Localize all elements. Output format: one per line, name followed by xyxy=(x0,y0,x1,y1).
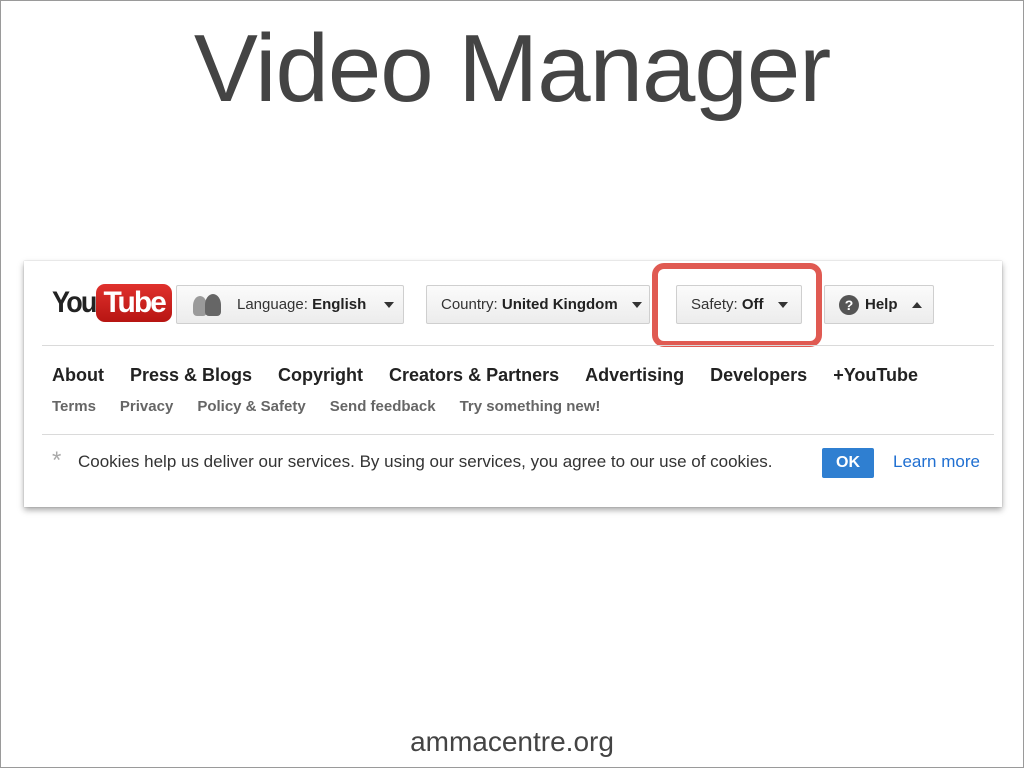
language-value: English xyxy=(312,296,367,313)
ok-button[interactable]: OK xyxy=(822,448,874,478)
youtube-footer-screenshot: You Tube Language: English Country: Unit… xyxy=(24,261,1002,507)
language-selector[interactable]: Language: English xyxy=(176,285,404,324)
link-press-blogs[interactable]: Press & Blogs xyxy=(130,365,252,386)
people-icon xyxy=(193,293,229,316)
link-try-something-new[interactable]: Try something new! xyxy=(460,398,601,415)
link-copyright[interactable]: Copyright xyxy=(278,365,363,386)
link-terms[interactable]: Terms xyxy=(52,398,96,415)
primary-footer-links: About Press & Blogs Copyright Creators &… xyxy=(52,365,944,386)
safety-highlight-annotation xyxy=(652,263,822,347)
country-selector[interactable]: Country: United Kingdom xyxy=(426,285,650,324)
link-developers[interactable]: Developers xyxy=(710,365,807,386)
link-advertising[interactable]: Advertising xyxy=(585,365,684,386)
divider xyxy=(42,345,994,346)
cookie-message: Cookies help us deliver our services. By… xyxy=(78,452,773,471)
divider xyxy=(42,434,994,435)
chevron-up-icon xyxy=(911,301,922,308)
country-label: Country: xyxy=(441,296,502,313)
help-button[interactable]: ? Help xyxy=(824,285,934,324)
language-label: Language: xyxy=(237,296,313,313)
star-icon: * xyxy=(52,447,62,474)
link-about[interactable]: About xyxy=(52,365,104,386)
secondary-footer-links: Terms Privacy Policy & Safety Send feedb… xyxy=(52,398,624,415)
link-creators-partners[interactable]: Creators & Partners xyxy=(389,365,559,386)
link-privacy[interactable]: Privacy xyxy=(120,398,173,415)
country-value: United Kingdom xyxy=(501,296,618,313)
help-label: Help xyxy=(865,296,898,313)
link-send-feedback[interactable]: Send feedback xyxy=(330,398,436,415)
chevron-down-icon xyxy=(384,301,395,308)
youtube-logo[interactable]: You Tube xyxy=(52,283,172,323)
slide-title: Video Manager xyxy=(193,15,831,122)
logo-you-text: You xyxy=(52,286,97,319)
help-icon: ? xyxy=(839,294,859,315)
slide-footer: ammacentre.org xyxy=(410,726,614,757)
chevron-down-icon xyxy=(631,301,642,308)
link-plus-youtube[interactable]: +YouTube xyxy=(833,365,918,386)
learn-more-link[interactable]: Learn more xyxy=(893,452,980,472)
link-policy-safety[interactable]: Policy & Safety xyxy=(197,398,305,415)
logo-tube-badge: Tube xyxy=(96,284,172,322)
